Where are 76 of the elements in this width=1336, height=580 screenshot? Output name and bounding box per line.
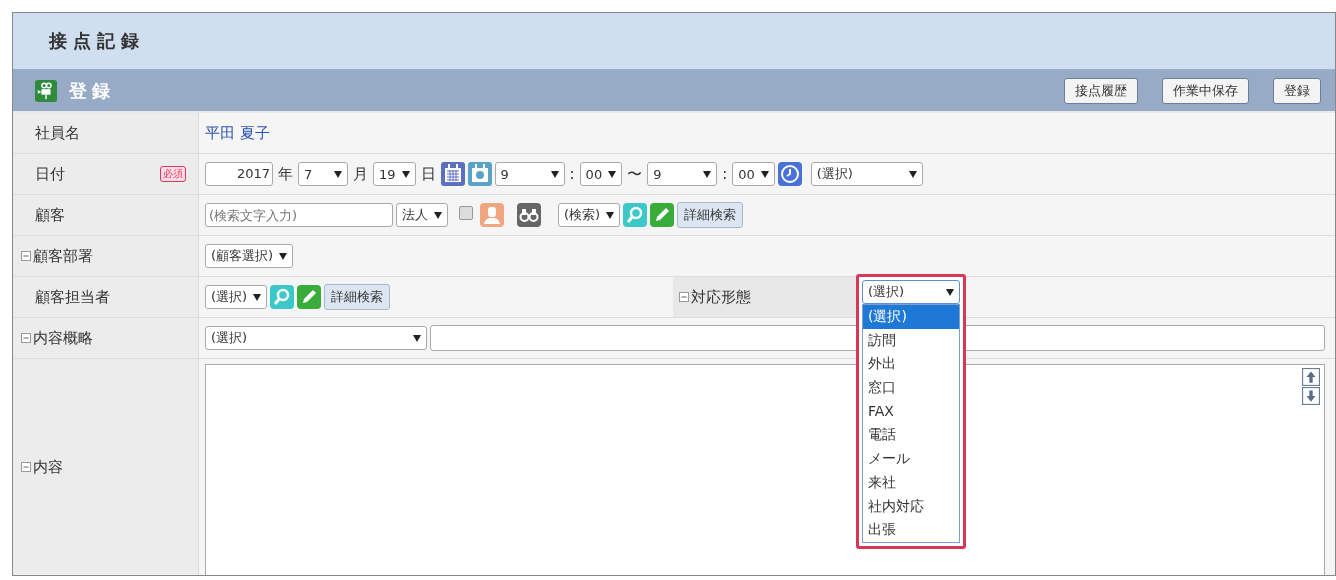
field-label: 対応形態 [691, 287, 751, 307]
caret-icon [550, 170, 559, 178]
select-field[interactable]: 00 [732, 162, 775, 186]
detail-search-button[interactable]: 詳細検索 [324, 284, 391, 310]
select-field[interactable]: (検索) [558, 203, 621, 227]
collapse-icon[interactable] [679, 292, 689, 302]
select-field[interactable]: (選択) [205, 285, 268, 309]
unit-label: : [569, 165, 575, 183]
checkbox[interactable] [459, 206, 473, 220]
caret-icon [334, 170, 342, 178]
calendar-icon[interactable] [467, 162, 492, 186]
select-field[interactable]: 9 [494, 162, 565, 186]
pencil-icon[interactable] [297, 285, 322, 309]
clock-icon[interactable] [777, 162, 802, 186]
select-field[interactable]: (選択) [205, 326, 427, 350]
select-field[interactable]: (選択) [810, 162, 923, 186]
unit-label: 〜 [627, 164, 643, 184]
field-label: 内容 [33, 457, 63, 477]
select-field[interactable]: (顧客選択) [205, 244, 294, 268]
field-label: 顧客 [35, 205, 65, 225]
select-field[interactable]: 法人 [396, 203, 448, 227]
unit-label: 年 [278, 164, 293, 184]
unit-label: 日 [420, 164, 436, 184]
search-field[interactable]: (検索文字入力) [205, 203, 393, 227]
select-field[interactable]: (選択) [862, 280, 960, 304]
caret-icon [608, 170, 617, 178]
caret-icon [279, 252, 288, 260]
caret-icon [606, 211, 615, 219]
unit-label: 月 [353, 164, 368, 184]
dropdown-option[interactable]: 電話 [863, 423, 959, 448]
dropdown-option[interactable]: FAX [863, 399, 959, 424]
header-button[interactable]: 作業中保存 [1162, 77, 1249, 104]
caret-icon [946, 288, 954, 296]
caret-icon [434, 211, 442, 219]
select-field[interactable]: 00 [579, 162, 623, 186]
search-icon[interactable] [270, 285, 295, 309]
header-button[interactable]: 登録 [1273, 77, 1321, 104]
dropdown-option[interactable]: 外出 [863, 352, 959, 377]
year-field[interactable]: 2017 [205, 162, 273, 186]
dropdown-option[interactable]: 訪問 [863, 328, 959, 353]
unit-label: : [722, 165, 728, 183]
field-label: 社員名 [35, 123, 80, 143]
calendar-icon[interactable] [440, 162, 465, 186]
caret-icon [760, 170, 769, 178]
caret-icon [401, 170, 410, 178]
field-label: 顧客担当者 [35, 287, 110, 307]
section-title: 登録 [69, 78, 115, 103]
person-icon[interactable] [480, 203, 504, 227]
field-label: 日付 [35, 164, 65, 184]
video-camera-icon [35, 79, 57, 102]
select-field[interactable]: 9 [647, 162, 718, 186]
pencil-icon[interactable] [650, 203, 675, 227]
page-title: 接点記録 [49, 29, 145, 53]
select-field[interactable]: 7 [298, 162, 348, 186]
collapse-icon[interactable] [21, 333, 31, 343]
dropdown-option[interactable]: 窓口 [863, 376, 959, 400]
caret-icon [413, 334, 421, 342]
employee-name: 平田 夏子 [205, 123, 270, 143]
select-field[interactable]: 19 [373, 162, 416, 186]
search-icon[interactable] [623, 203, 648, 227]
caret-icon [908, 170, 917, 178]
caret-icon [703, 170, 712, 178]
dropdown-option[interactable]: (選択) [863, 305, 959, 329]
field-label: 顧客部署 [33, 246, 93, 266]
collapse-icon[interactable] [21, 251, 31, 261]
caret-icon [253, 293, 262, 301]
collapse-icon[interactable] [21, 462, 31, 472]
dropdown-option[interactable]: 来社 [863, 470, 959, 495]
field-label: 内容概略 [33, 328, 93, 348]
dropdown-option[interactable]: メール [863, 447, 959, 471]
header-button[interactable]: 接点履歴 [1064, 77, 1138, 104]
dropdown-option[interactable]: 出張 [863, 518, 959, 542]
required-badge: 必須 [160, 166, 186, 182]
binoculars-icon[interactable] [517, 203, 541, 227]
dropdown-option[interactable]: 社内対応 [863, 494, 959, 519]
detail-search-button[interactable]: 詳細検索 [677, 202, 744, 228]
